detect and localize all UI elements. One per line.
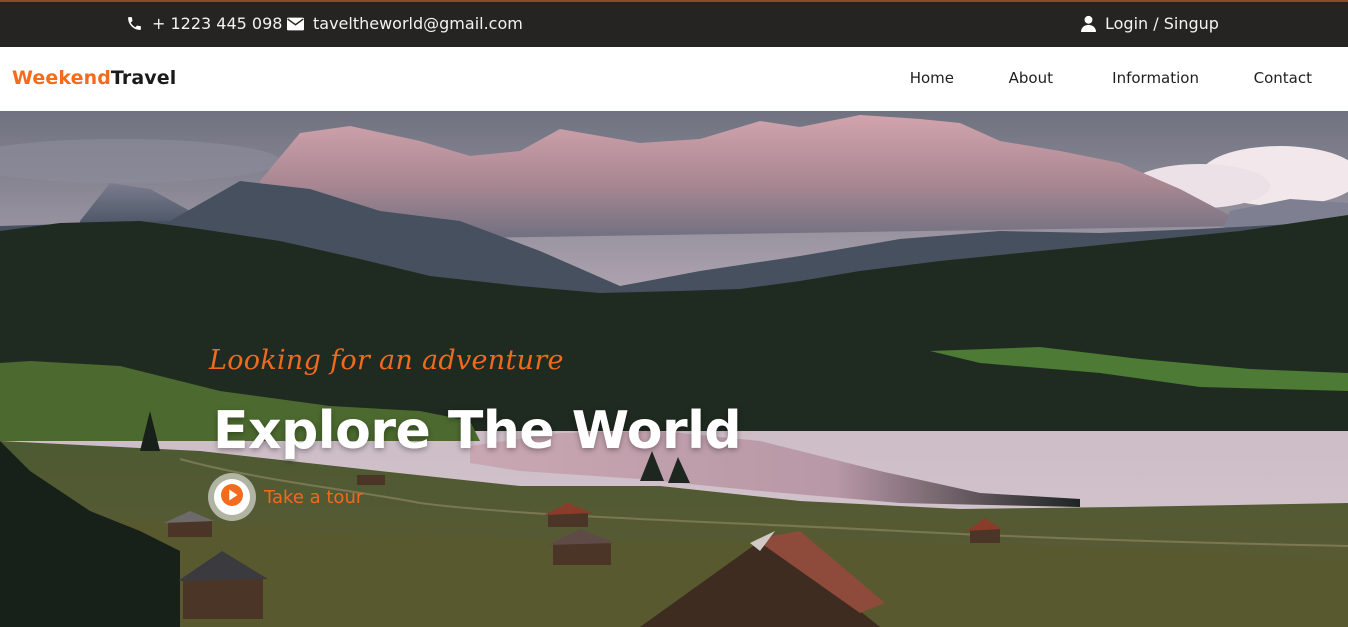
hero-section: Looking for an adventure Explore The Wor…: [0, 111, 1348, 627]
play-icon: [221, 483, 243, 511]
email-address: taveltheworld@gmail.com: [313, 14, 523, 33]
top-info-bar: + 1223 445 098 taveltheworld@gmail.com L…: [0, 0, 1348, 47]
envelope-icon: [287, 17, 304, 31]
phone-contact[interactable]: + 1223 445 098: [126, 14, 282, 33]
main-navbar: WeekendTravel Home About Information Con…: [0, 47, 1348, 111]
nav-link-about[interactable]: About: [1009, 69, 1053, 87]
nav-link-contact[interactable]: Contact: [1254, 69, 1312, 87]
take-a-tour-button[interactable]: Take a tour: [208, 473, 363, 521]
brand-name-part2: Travel: [110, 67, 177, 89]
nav-link-information[interactable]: Information: [1112, 69, 1199, 87]
hero-tagline: Looking for an adventure: [209, 345, 564, 376]
hero-headline: Explore The World: [213, 401, 742, 461]
email-contact[interactable]: taveltheworld@gmail.com: [287, 14, 523, 33]
login-signup-label: Login / Singup: [1105, 14, 1219, 33]
phone-number: + 1223 445 098: [152, 14, 283, 33]
phone-icon: [126, 15, 143, 32]
user-icon: [1081, 15, 1096, 32]
nav-link-home[interactable]: Home: [910, 69, 954, 87]
brand-name-part1: Weekend: [12, 67, 111, 89]
hero-landscape-image: [0, 111, 1348, 627]
take-a-tour-label: Take a tour: [264, 486, 364, 508]
login-signup-link[interactable]: Login / Singup: [1081, 14, 1219, 33]
play-button[interactable]: [208, 473, 256, 521]
brand-logo[interactable]: WeekendTravel: [12, 67, 176, 89]
